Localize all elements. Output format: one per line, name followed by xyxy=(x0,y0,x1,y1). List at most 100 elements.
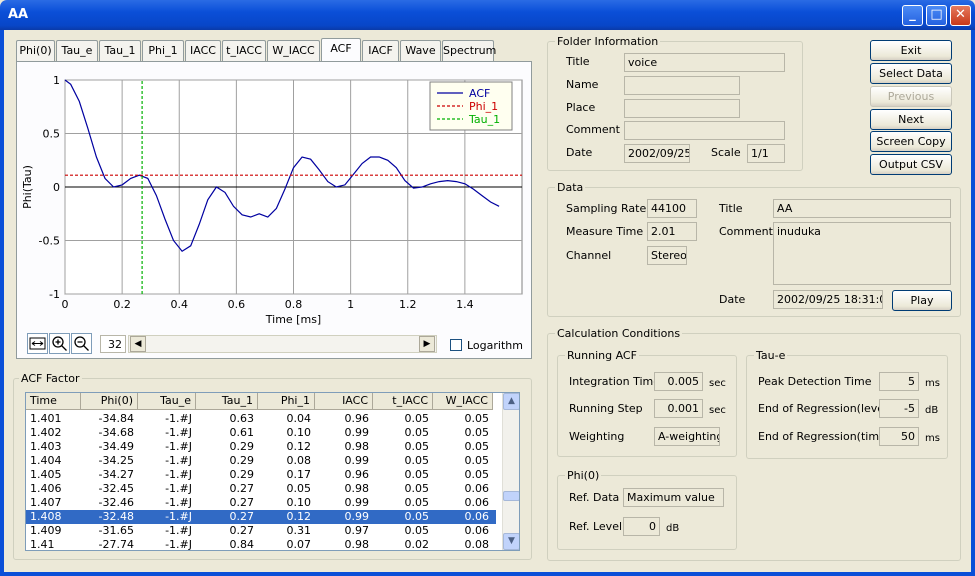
folder-comment-field xyxy=(624,121,785,140)
table-cell: 0.05 xyxy=(464,440,490,453)
table-row[interactable]: 1.407 -32.46 -1.#J 0.27 0.10 0.99 0.05 0.06 xyxy=(26,496,496,510)
screen-copy-button[interactable]: Screen Copy xyxy=(870,131,952,152)
acf-factor-list[interactable]: Time Phi(0) Tau_e Tau_1 Phi_1 IACC t_IACC W_IAC… xyxy=(25,392,520,551)
table-cell: 0.05 xyxy=(464,426,490,439)
tab-phi-1[interactable]: Phi_1 xyxy=(142,40,184,61)
table-row[interactable]: 1.408 -32.48 -1.#J 0.27 0.12 0.99 0.05 0.06 xyxy=(26,510,496,524)
logarithm-checkbox[interactable] xyxy=(450,339,462,351)
table-cell: 0.10 xyxy=(286,496,312,509)
table-cell: 0.96 xyxy=(344,412,370,425)
table-cell: -1.#J xyxy=(165,468,192,481)
table-row[interactable]: 1.404 -34.25 -1.#J 0.29 0.08 0.99 0.05 0.05 xyxy=(26,454,496,468)
table-cell: -34.84 xyxy=(98,412,134,425)
table-cell: 0.29 xyxy=(229,454,255,467)
x-tick-label: 0.2 xyxy=(113,298,131,311)
table-row[interactable]: 1.402 -34.68 -1.#J 0.61 0.10 0.99 0.05 0.05 xyxy=(26,426,496,440)
phi0-title: Phi(0) xyxy=(565,469,602,482)
table-cell: 1.408 xyxy=(30,510,62,523)
fit-icon xyxy=(29,337,46,350)
y-tick-label: -1 xyxy=(49,288,60,301)
table-cell: 0.05 xyxy=(404,440,430,453)
table-cell: -1.#J xyxy=(165,454,192,467)
window-frame-right xyxy=(971,30,975,576)
table-row[interactable]: 1.41 -27.74 -1.#J 0.84 0.07 0.98 0.02 0.08 xyxy=(26,538,496,551)
horizontal-scrollbar[interactable]: ◀ ▶ xyxy=(128,335,437,353)
exit-button[interactable]: Exit xyxy=(870,40,952,61)
scroll-thumb[interactable] xyxy=(503,491,519,501)
tab-spectrum[interactable]: Spectrum xyxy=(442,40,496,61)
tab-panel-acf: 0 0.2 0.4 0.6 0.8 1 1.2 1.4 1 0.5 0 -0.5 -1 Time [ms]… xyxy=(16,61,532,359)
scroll-up-icon[interactable]: ▲ xyxy=(503,393,519,410)
table-row[interactable]: 1.406 -32.45 -1.#J 0.27 0.05 0.98 0.05 0.06 xyxy=(26,482,496,496)
next-button[interactable]: Next xyxy=(870,109,952,130)
maximize-icon: □ xyxy=(930,7,943,22)
tab-phi-0-[interactable]: Phi(0) xyxy=(16,40,55,61)
y-tick-label: 1 xyxy=(53,74,60,87)
x-tick-label: 1.2 xyxy=(399,298,417,311)
zoom-in-button[interactable] xyxy=(49,333,70,354)
minimize-button[interactable]: _ xyxy=(902,5,923,26)
acf-chart: 0 0.2 0.4 0.6 0.8 1 1.2 1.4 1 0.5 0 -0.5 -1 Time [ms]… xyxy=(21,74,523,326)
column-header-t-iacc[interactable]: t_IACC xyxy=(373,393,433,410)
logarithm-label: Logarithm xyxy=(467,339,523,352)
column-header-iacc[interactable]: IACC xyxy=(315,393,373,410)
table-cell: 0.05 xyxy=(404,524,430,537)
zoom-out-icon xyxy=(74,336,89,351)
folder-place-label: Place xyxy=(566,101,596,114)
table-cell: -1.#J xyxy=(165,496,192,509)
tab-tau-1[interactable]: Tau_1 xyxy=(99,40,141,61)
output-csv-button[interactable]: Output CSV xyxy=(870,154,952,175)
tab-t-iacc[interactable]: t_IACC xyxy=(222,40,266,61)
folder-comment-label: Comment xyxy=(566,123,620,136)
end-regression-time-label: End of Regression(time) xyxy=(758,430,891,443)
tab-wave[interactable]: Wave xyxy=(400,40,441,61)
scroll-left-icon[interactable]: ◀ xyxy=(130,336,146,352)
scroll-right-icon[interactable]: ▶ xyxy=(419,336,435,352)
tab-iacc[interactable]: IACC xyxy=(185,40,221,61)
column-header-phi-1[interactable]: Phi_1 xyxy=(258,393,315,410)
close-button[interactable]: ✕ xyxy=(950,5,971,26)
column-header-phi-0-[interactable]: Phi(0) xyxy=(81,393,138,410)
table-cell: -1.#J xyxy=(165,538,192,551)
peak-detection-time-label: Peak Detection Time xyxy=(758,375,872,388)
table-cell: 0.06 xyxy=(464,482,490,495)
table-cell: -32.46 xyxy=(98,496,134,509)
integration-time-label: Integration Time xyxy=(569,375,661,388)
peak-detection-time-field: 5 xyxy=(879,372,919,391)
play-button[interactable]: Play xyxy=(892,290,952,311)
fit-button[interactable] xyxy=(27,333,48,354)
phi0-group xyxy=(557,475,737,550)
table-cell: 0.27 xyxy=(229,510,255,523)
previous-button[interactable]: Previous xyxy=(870,86,952,107)
column-header-tau-1[interactable]: Tau_1 xyxy=(196,393,258,410)
tab-iacf[interactable]: IACF xyxy=(362,40,399,61)
table-row[interactable]: 1.409 -31.65 -1.#J 0.27 0.31 0.97 0.05 0.06 xyxy=(26,524,496,538)
acf-factor-title: ACF Factor xyxy=(19,372,82,385)
data-group-title: Data xyxy=(555,181,586,194)
column-header-tau-e[interactable]: Tau_e xyxy=(138,393,196,410)
select-data-button[interactable]: Select Data xyxy=(870,63,952,84)
column-header-time[interactable]: Time xyxy=(26,393,81,410)
title-bar[interactable] xyxy=(0,0,975,30)
x-tick-label: 0 xyxy=(62,298,69,311)
table-cell: 0.05 xyxy=(464,468,490,481)
tab-w-iacc[interactable]: W_IACC xyxy=(267,40,320,61)
folder-scale-field: 1/1 xyxy=(747,144,785,163)
table-cell: 0.05 xyxy=(464,454,490,467)
tab-tau-e[interactable]: Tau_e xyxy=(56,40,98,61)
table-cell: 0.27 xyxy=(229,482,255,495)
maximize-button[interactable]: □ xyxy=(926,5,947,26)
column-header-w-iacc[interactable]: W_IACC xyxy=(433,393,493,410)
zoom-value-field[interactable]: 32 xyxy=(100,335,126,353)
measure-time-label: Measure Time xyxy=(566,225,644,238)
zoom-out-button[interactable] xyxy=(71,333,92,354)
tab-acf[interactable]: ACF xyxy=(321,38,361,62)
list-vertical-scrollbar[interactable]: ▲ ▼ xyxy=(502,393,519,550)
tau-e-title: Tau-e xyxy=(754,349,788,362)
table-cell: 0.05 xyxy=(464,412,490,425)
table-row[interactable]: 1.405 -34.27 -1.#J 0.29 0.17 0.96 0.05 0.05 xyxy=(26,468,496,482)
table-row[interactable]: 1.403 -34.49 -1.#J 0.29 0.12 0.98 0.05 0.05 xyxy=(26,440,496,454)
table-row[interactable]: 1.401 -34.84 -1.#J 0.63 0.04 0.96 0.05 0.05 xyxy=(26,412,496,426)
scroll-down-icon[interactable]: ▼ xyxy=(503,533,519,550)
folder-place-field xyxy=(624,99,740,118)
